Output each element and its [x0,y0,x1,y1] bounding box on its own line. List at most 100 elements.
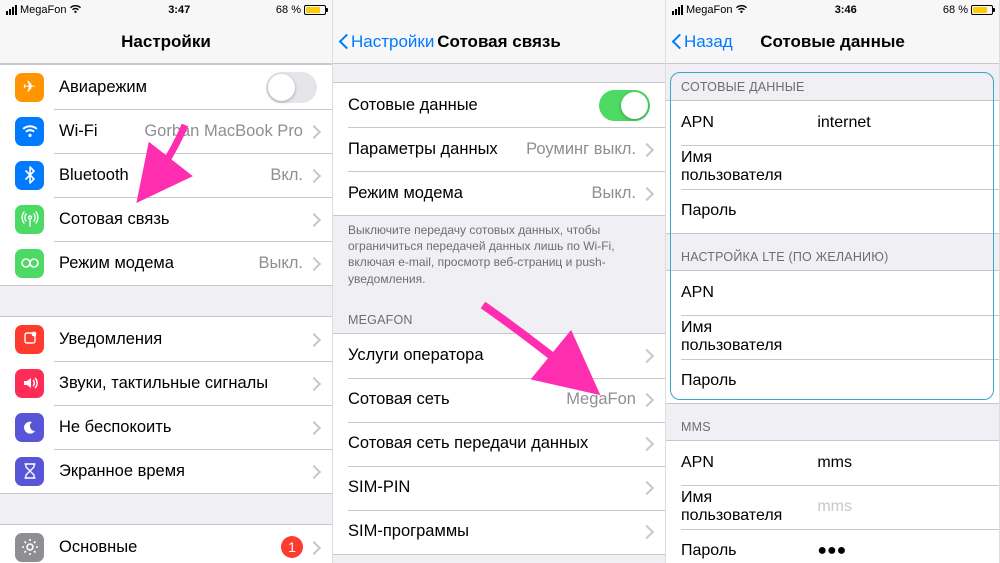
cellular-data-toggle[interactable] [599,90,650,121]
carrier-text: MegaFon [20,4,66,16]
chevron-right-icon [309,125,317,138]
row-network[interactable]: Сотовая сеть MegaFon [333,378,665,422]
row-label: Услуги оператора [348,346,642,365]
chevron-right-icon [642,481,650,494]
chevron-right-icon [309,169,317,182]
field-username-3[interactable]: Имя пользователя mms [666,485,999,529]
field-apn-2[interactable]: APN [666,271,999,315]
row-wifi[interactable]: Wi-Fi Gorban MacBook Pro [0,109,332,153]
row-label: Bluetooth [59,166,270,185]
nav-bar: Назад Сотовые данные [666,20,999,64]
wifi-icon [69,4,82,17]
airplane-toggle[interactable] [266,72,317,103]
settings-list[interactable]: ✈ Авиарежим Wi-Fi Gorban MacBook Pro Blu… [0,64,332,563]
page-title: Сотовая связь [437,32,561,52]
chevron-right-icon [309,213,317,226]
field-password-2[interactable]: Пароль [666,359,999,403]
back-button[interactable]: Назад [670,20,733,63]
chevron-right-icon [642,143,650,156]
clock-text: 3:47 [168,4,190,16]
section-header-cellular: СОТОВЫЕ ДАННЫЕ [666,64,999,100]
moon-icon [15,413,44,442]
chevron-right-icon [309,257,317,270]
clock-text: 3:46 [835,4,857,16]
field-apn-3[interactable]: APN mms [666,441,999,485]
back-label: Назад [684,32,733,52]
field-label: Имя пользователя [681,149,817,185]
field-password-1[interactable]: Пароль [666,189,999,233]
row-general[interactable]: Основные 1 [0,525,332,563]
notification-badge: 1 [281,536,303,558]
cellular-footer: Выключите передачу сотовых данных, чтобы… [333,216,665,297]
field-value[interactable]: mms [817,498,984,516]
field-value[interactable]: ●●● [817,542,984,560]
row-carrier-services[interactable]: Услуги оператора [333,334,665,378]
phone-cellular: Настройки Сотовая связь Сотовые данные П… [333,0,666,563]
row-label: Авиарежим [59,78,266,97]
wifi-icon [735,4,748,17]
apn-list[interactable]: СОТОВЫЕ ДАННЫЕ APN internet Имя пользова… [666,64,999,563]
row-label: Звуки, тактильные сигналы [59,374,309,393]
row-dnd[interactable]: Не беспокоить [0,405,332,449]
signal-icon [6,5,17,15]
row-cellular[interactable]: Сотовая связь [0,197,332,241]
phone-settings: MegaFon 3:47 68 % Настройки ✈ Авиарежим [0,0,333,563]
field-username-1[interactable]: Имя пользователя [666,145,999,189]
row-bluetooth[interactable]: Bluetooth Вкл. [0,153,332,197]
row-cellular-data[interactable]: Сотовые данные [333,83,665,127]
row-hotspot[interactable]: Режим модема Выкл. [333,171,665,215]
row-data-options[interactable]: Параметры данных Роуминг выкл. [333,127,665,171]
field-label: APN [681,454,817,472]
battery-icon [304,5,326,15]
row-detail: Вкл. [270,166,303,185]
row-airplane[interactable]: ✈ Авиарежим [0,65,332,109]
row-label: Уведомления [59,330,309,349]
field-label: APN [681,114,817,132]
antenna-icon [15,205,44,234]
row-label: Экранное время [59,462,309,481]
page-title: Настройки [121,32,211,52]
chevron-right-icon [642,525,650,538]
field-apn-1[interactable]: APN internet [666,101,999,145]
gear-icon [15,533,44,562]
field-label: Имя пользователя [681,489,817,525]
airplane-icon: ✈ [15,73,44,102]
row-label: Сотовая сеть [348,390,566,409]
field-label: Пароль [681,202,817,220]
chevron-right-icon [309,421,317,434]
field-value[interactable]: mms [817,454,984,472]
chevron-right-icon [309,541,317,554]
chevron-right-icon [309,465,317,478]
chevron-right-icon [642,437,650,450]
back-button[interactable]: Настройки [337,20,434,63]
field-label: Пароль [681,542,817,560]
row-sim-pin[interactable]: SIM-PIN [333,466,665,510]
field-label: APN [681,284,817,302]
row-label: SIM-PIN [348,478,642,497]
row-notifications[interactable]: Уведомления [0,317,332,361]
row-hotspot[interactable]: Режим модема Выкл. [0,241,332,285]
wifi-icon [15,117,44,146]
back-label: Настройки [351,32,434,52]
row-label: Сотовая связь [59,210,309,229]
battery-text: 68 % [943,4,968,16]
field-username-2[interactable]: Имя пользователя [666,315,999,359]
chevron-right-icon [642,349,650,362]
row-detail: Роуминг выкл. [526,140,636,159]
battery-icon [971,5,993,15]
field-value[interactable]: internet [817,114,984,132]
field-password-3[interactable]: Пароль ●●● [666,529,999,563]
section-header-cellular-data: СОТОВЫЕ ДАННЫЕ [333,555,665,563]
row-sounds[interactable]: Звуки, тактильные сигналы [0,361,332,405]
row-detail: Выкл. [592,184,636,203]
row-sim-apps[interactable]: SIM-программы [333,510,665,554]
row-label: Wi-Fi [59,122,144,141]
row-screentime[interactable]: Экранное время [0,449,332,493]
cellular-list[interactable]: Сотовые данные Параметры данных Роуминг … [333,64,665,563]
row-detail: Выкл. [259,254,303,273]
row-label: Параметры данных [348,140,526,159]
row-label: Не беспокоить [59,418,309,437]
row-label: Сотовые данные [348,96,599,115]
row-data-network[interactable]: Сотовая сеть передачи данных [333,422,665,466]
row-label: Сотовая сеть передачи данных [348,434,642,453]
